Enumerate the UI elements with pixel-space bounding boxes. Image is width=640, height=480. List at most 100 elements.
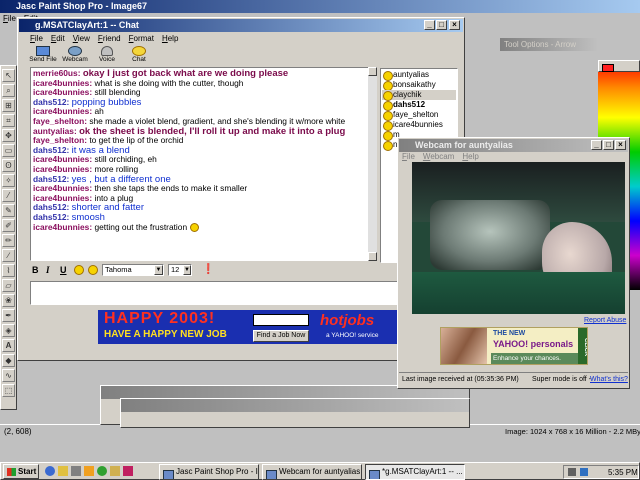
message-sender[interactable]: faye_shelton: [33, 136, 87, 145]
message-sender[interactable]: icare4bunnies: [33, 88, 92, 97]
voice-button[interactable]: Voice [92, 46, 122, 68]
color-icon[interactable] [88, 265, 98, 275]
move-tool-icon[interactable]: ✥ [2, 129, 15, 142]
yahoo-icon[interactable] [123, 466, 133, 476]
close-icon[interactable]: × [449, 20, 460, 30]
taskbar-btn-psp[interactable]: Jasc Paint Shop Pro - Ima... [159, 464, 259, 480]
chat-message: icare4bunnies: more rolling [33, 165, 373, 175]
message-sender[interactable]: faye_shelton: [33, 117, 87, 126]
webcam-menu-file[interactable]: File [402, 152, 415, 161]
text-tool-icon[interactable]: A [2, 339, 15, 352]
message-sender[interactable]: icare4bunnies: [33, 107, 92, 116]
explorer-icon[interactable] [110, 466, 120, 476]
draw-tool-icon[interactable]: ∿ [2, 369, 15, 382]
size-select[interactable]: 12 ▼ [168, 264, 192, 276]
magic-wand-icon[interactable]: ✧ [2, 174, 15, 187]
italic-button[interactable]: I [46, 265, 50, 275]
zoom-tool-icon[interactable]: ⌕ [2, 84, 15, 97]
color-replacer-icon[interactable]: ✏ [2, 234, 15, 247]
banner-ad[interactable]: HAPPY 2003! HAVE A HAPPY NEW JOB Find a … [98, 310, 398, 344]
user-list-item[interactable]: claychik [382, 90, 456, 101]
maximize-icon[interactable]: □ [436, 20, 447, 30]
dropper-tool-icon[interactable]: ⁄ [2, 189, 15, 202]
chat-menu-view[interactable]: View [73, 34, 90, 43]
user-list-item[interactable]: dahs512 [382, 100, 456, 111]
close-icon[interactable]: × [615, 140, 626, 150]
message-sender[interactable]: dahs512: [33, 175, 69, 184]
transcript-scrollbar[interactable] [368, 67, 377, 261]
outlook-icon[interactable] [58, 466, 68, 476]
lasso-tool-icon[interactable]: ʘ [2, 159, 15, 172]
clone-brush-icon[interactable]: ✐ [2, 219, 15, 232]
buzz-icon[interactable]: ❗ [202, 264, 214, 275]
report-abuse-link[interactable]: Report Abuse [584, 317, 626, 324]
ie-icon[interactable] [45, 466, 55, 476]
minimize-icon[interactable]: _ [591, 140, 602, 150]
retouch-tool-icon[interactable]: ∕ [2, 249, 15, 262]
taskbar-btn-chat[interactable]: *g.MSATClayArt:1 -- ... [365, 464, 465, 480]
message-sender[interactable]: dahs512: [33, 203, 69, 212]
chat-menu-edit[interactable]: Edit [51, 34, 65, 43]
paintbrush-tool-icon[interactable]: ✎ [2, 204, 15, 217]
size-select-value: 12 [171, 265, 180, 274]
clock[interactable]: 5:35 PM [608, 468, 638, 477]
user-list-item[interactable]: bonsaikathy [382, 80, 456, 91]
user-list-item[interactable]: faye_shelton [382, 110, 456, 121]
message-sender[interactable]: dahs512: [33, 98, 69, 107]
user-list-item[interactable]: auntyalias [382, 70, 456, 81]
webcam-menu-help[interactable]: Help [462, 152, 478, 161]
chat-button[interactable]: Chat [124, 46, 154, 68]
crop-tool-icon[interactable]: ⌗ [2, 114, 15, 127]
message-sender[interactable]: dahs512: [33, 146, 69, 155]
volume-icon[interactable] [568, 468, 576, 476]
object-selector-icon[interactable]: ⬚ [2, 384, 15, 397]
flood-fill-icon[interactable]: ◈ [2, 324, 15, 337]
underline-button[interactable]: U [60, 265, 67, 275]
chat-menu-friend[interactable]: Friend [98, 34, 121, 43]
deform-tool-icon[interactable]: ⊞ [2, 99, 15, 112]
scratch-remover-icon[interactable]: ⌇ [2, 264, 15, 277]
banner-search-box[interactable] [253, 314, 309, 326]
desktop-icon[interactable] [71, 466, 81, 476]
chat-menu-format[interactable]: Format [129, 34, 154, 43]
message-sender[interactable]: dahs512: [33, 213, 69, 222]
message-sender[interactable]: auntyalias: [33, 127, 77, 136]
whats-this-link[interactable]: What's this? [590, 376, 628, 383]
emoticon-icon[interactable] [74, 265, 84, 275]
font-select[interactable]: Tahoma ▼ [102, 264, 164, 276]
user-list-item[interactable]: icare4bunnies [382, 120, 456, 131]
send-file-button[interactable]: Send File [28, 46, 58, 68]
psp-menu-file[interactable]: File [3, 14, 16, 23]
message-sender[interactable]: icare4bunnies: [33, 79, 92, 88]
message-input[interactable] [30, 281, 450, 305]
webcam-button[interactable]: Webcam [60, 46, 90, 68]
chat-transcript[interactable]: merrie60us: okay I just got back what ar… [30, 67, 376, 261]
chat-menu-help[interactable]: Help [162, 34, 178, 43]
picture-tube-icon[interactable]: ❀ [2, 294, 15, 307]
message-sender[interactable]: icare4bunnies: [33, 165, 92, 174]
eraser-tool-icon[interactable]: ▱ [2, 279, 15, 292]
winamp-icon[interactable] [84, 466, 94, 476]
find-job-button[interactable]: Find a Job Now [253, 330, 309, 342]
maximize-icon[interactable]: □ [603, 140, 614, 150]
webcam-menu-webcam[interactable]: Webcam [423, 152, 454, 161]
preset-shape-icon[interactable]: ◆ [2, 354, 15, 367]
message-text: shorter and fatter [71, 203, 144, 213]
message-sender[interactable]: merrie60us: [33, 69, 81, 78]
message-sender[interactable]: icare4bunnies: [33, 184, 92, 193]
airbrush-tool-icon[interactable]: ✒ [2, 309, 15, 322]
bold-button[interactable]: B [32, 265, 39, 275]
message-sender[interactable]: icare4bunnies: [33, 155, 92, 164]
messenger-icon[interactable] [97, 466, 107, 476]
personals-ad[interactable]: THE NEW YAHOO! personals Enhance your ch… [440, 327, 588, 365]
message-sender[interactable]: icare4bunnies: [33, 194, 92, 203]
selection-tool-icon[interactable]: ▭ [2, 144, 15, 157]
network-icon[interactable] [580, 468, 588, 476]
taskbar-btn-webcam[interactable]: Webcam for auntyalias [262, 464, 362, 480]
minimize-icon[interactable]: _ [424, 20, 435, 30]
arrow-tool-icon[interactable]: ↖ [2, 69, 15, 82]
foreground-swatch[interactable] [602, 64, 614, 72]
start-button[interactable]: Start [3, 464, 39, 479]
message-sender[interactable]: icare4bunnies: [33, 223, 92, 232]
chat-menu-file[interactable]: File [30, 34, 43, 43]
